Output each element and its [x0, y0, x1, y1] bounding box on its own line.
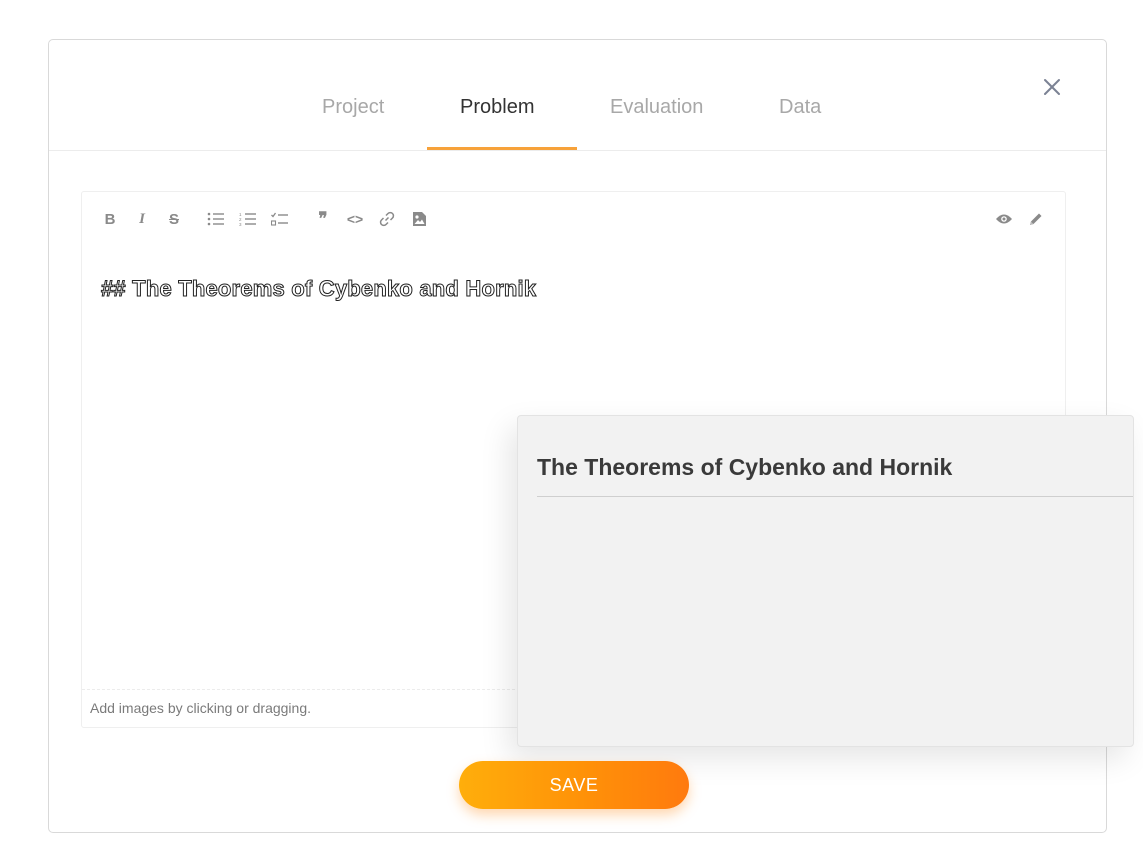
quote-icon[interactable]: ❞ — [314, 209, 332, 228]
tab-data[interactable]: Data — [779, 96, 821, 119]
markdown-preview-panel: The Theorems of Cybenko and Hornik — [517, 415, 1134, 747]
tabs-bar: Project Problem Evaluation Data — [49, 40, 1106, 151]
italic-icon[interactable]: I — [133, 210, 151, 228]
quote-glyph: ❞ — [318, 209, 328, 228]
save-button[interactable]: SAVE — [459, 761, 689, 809]
editor-content[interactable]: ## The Theorems of Cybenko and Hornik — [100, 276, 536, 302]
image-upload-hint: Add images by clicking or dragging. — [90, 700, 312, 716]
image-icon[interactable] — [410, 210, 428, 228]
preview-eye-icon[interactable] — [995, 210, 1013, 228]
bold-glyph: B — [104, 210, 116, 228]
close-icon[interactable] — [1041, 76, 1063, 98]
code-icon[interactable]: <> — [346, 210, 364, 228]
checklist-icon[interactable] — [271, 210, 289, 228]
strikethrough-icon[interactable]: S — [165, 210, 183, 228]
svg-text:3: 3 — [239, 222, 242, 226]
tab-evaluation[interactable]: Evaluation — [610, 96, 703, 119]
italic-glyph: I — [139, 210, 145, 227]
active-tab-indicator — [427, 147, 577, 150]
code-glyph: <> — [346, 211, 364, 227]
link-icon[interactable] — [378, 210, 396, 228]
ordered-list-icon[interactable]: 1 2 3 — [239, 210, 257, 228]
preview-divider — [537, 496, 1133, 497]
bold-icon[interactable]: B — [101, 210, 119, 228]
tab-problem[interactable]: Problem — [460, 96, 534, 119]
tab-project[interactable]: Project — [322, 96, 384, 119]
strikethrough-glyph: S — [168, 210, 179, 228]
edit-pencil-icon[interactable] — [1027, 210, 1045, 228]
preview-heading: The Theorems of Cybenko and Hornik — [537, 454, 953, 480]
unordered-list-icon[interactable] — [207, 210, 225, 228]
